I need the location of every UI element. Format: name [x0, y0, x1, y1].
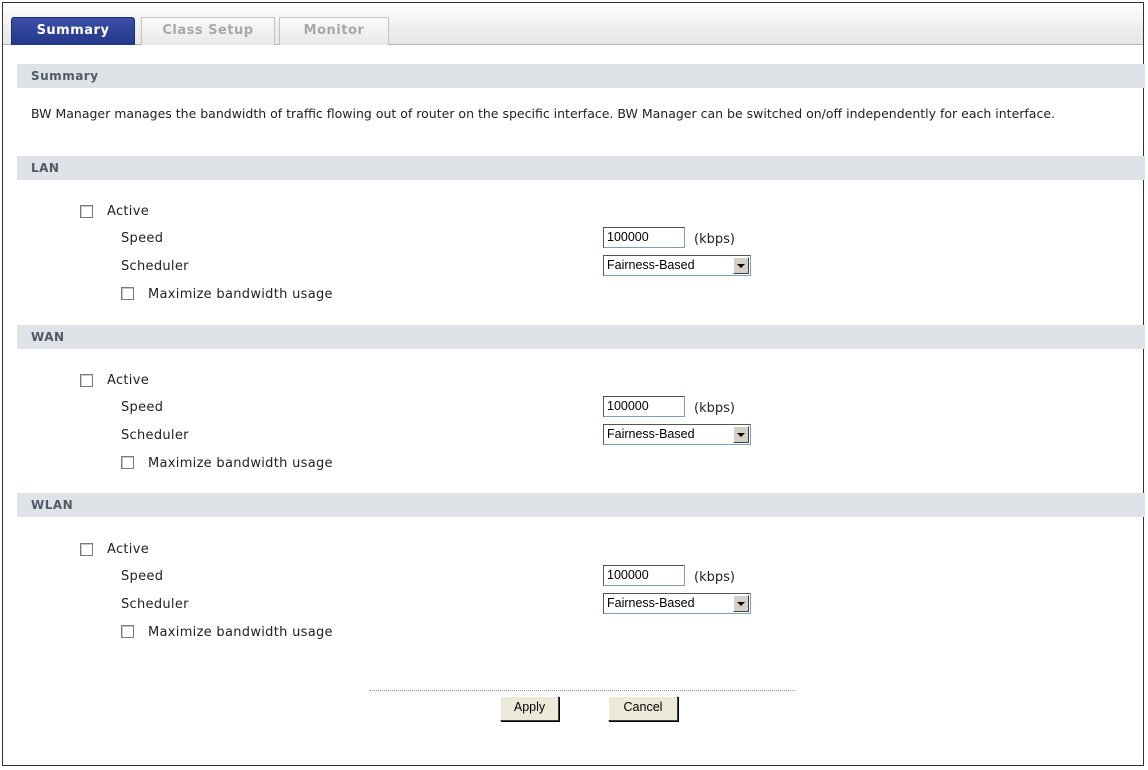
- tab-summary[interactable]: Summary: [11, 17, 135, 45]
- wan-scheduler-value: Fairness-Based: [607, 427, 695, 441]
- wlan-maximize-label: Maximize bandwidth usage: [148, 625, 333, 640]
- button-divider: [369, 690, 795, 691]
- wlan-maximize-checkbox[interactable]: [121, 625, 134, 638]
- lan-scheduler-label: Scheduler: [121, 259, 189, 274]
- lan-speed-input[interactable]: 100000: [603, 227, 685, 248]
- apply-button[interactable]: Apply: [500, 696, 559, 721]
- cancel-button[interactable]: Cancel: [608, 696, 678, 721]
- wan-section-header: WAN: [17, 325, 1145, 349]
- wan-speed-label: Speed: [121, 400, 164, 415]
- wan-active-label: Active: [107, 373, 150, 388]
- lan-section-header: LAN: [17, 156, 1145, 180]
- chevron-down-icon[interactable]: [733, 257, 749, 274]
- wlan-scheduler-select[interactable]: Fairness-Based: [603, 593, 751, 614]
- wan-scheduler-label: Scheduler: [121, 428, 189, 443]
- wlan-speed-input[interactable]: 100000: [603, 565, 685, 586]
- lan-active-checkbox[interactable]: [80, 205, 93, 218]
- wlan-scheduler-value: Fairness-Based: [607, 596, 695, 610]
- wan-speed-unit: (kbps): [694, 401, 735, 416]
- wan-maximize-label: Maximize bandwidth usage: [148, 456, 333, 471]
- wan-scheduler-select[interactable]: Fairness-Based: [603, 424, 751, 445]
- lan-speed-label: Speed: [121, 231, 164, 246]
- lan-maximize-checkbox[interactable]: [121, 287, 134, 300]
- lan-maximize-label: Maximize bandwidth usage: [148, 287, 333, 302]
- tab-bar: Summary Class Setup Monitor: [3, 3, 1143, 45]
- wlan-section-header: WLAN: [17, 493, 1145, 517]
- wlan-speed-label: Speed: [121, 569, 164, 584]
- wlan-scheduler-label: Scheduler: [121, 597, 189, 612]
- lan-speed-unit: (kbps): [694, 232, 735, 247]
- wan-active-checkbox[interactable]: [80, 374, 93, 387]
- summary-section-header: Summary: [17, 64, 1145, 88]
- wan-maximize-checkbox[interactable]: [121, 456, 134, 469]
- wlan-speed-unit: (kbps): [694, 570, 735, 585]
- chevron-down-icon[interactable]: [733, 595, 749, 612]
- lan-scheduler-select[interactable]: Fairness-Based: [603, 255, 751, 276]
- tab-monitor[interactable]: Monitor: [279, 17, 389, 45]
- summary-description: BW Manager manages the bandwidth of traf…: [31, 106, 1055, 121]
- bw-manager-panel: Summary Class Setup Monitor Summary BW M…: [2, 2, 1145, 766]
- wlan-active-label: Active: [107, 542, 150, 557]
- tab-class-setup[interactable]: Class Setup: [141, 17, 275, 45]
- chevron-down-icon[interactable]: [733, 426, 749, 443]
- wlan-active-checkbox[interactable]: [80, 543, 93, 556]
- lan-scheduler-value: Fairness-Based: [607, 258, 695, 272]
- wan-speed-input[interactable]: 100000: [603, 396, 685, 417]
- lan-active-label: Active: [107, 204, 150, 219]
